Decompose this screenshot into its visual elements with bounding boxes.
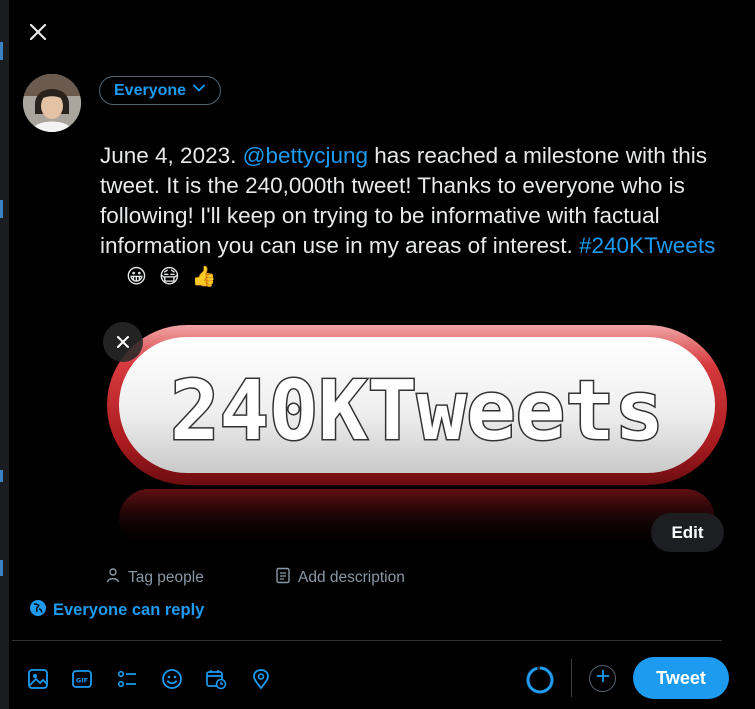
media-image-text: 240KTweets [170, 364, 664, 459]
add-description-button[interactable]: Add description [275, 567, 405, 589]
audience-label: Everyone [114, 81, 187, 99]
svg-text:GIF: GIF [76, 677, 88, 685]
hashtag-link[interactable]: #240KTweets [579, 233, 715, 258]
compose-tweet-modal: Everyone June 4, 2023. @bettycjung has r… [9, 0, 755, 709]
audience-selector[interactable]: Everyone [99, 76, 222, 105]
tweet-button[interactable]: Tweet [633, 657, 729, 699]
character-count-ring [525, 665, 555, 695]
gif-icon[interactable]: GIF [69, 666, 95, 692]
plus-icon [596, 669, 610, 688]
location-icon[interactable] [248, 666, 274, 692]
thumbs-up-emoji: 👍 [191, 266, 217, 288]
image-icon[interactable] [25, 666, 51, 692]
divider [12, 640, 722, 641]
edit-media-button[interactable]: Edit [651, 513, 724, 552]
add-description-label: Add description [298, 569, 405, 586]
grinning-emoji: 😀 [126, 266, 147, 288]
mask-emoji: 😷 [158, 266, 180, 288]
remove-media-button[interactable] [103, 322, 143, 362]
toolbar-divider [571, 659, 572, 697]
emoji-icon[interactable] [159, 666, 185, 692]
schedule-icon[interactable] [203, 666, 229, 692]
add-tweet-button[interactable] [589, 665, 616, 692]
tweet-text-input[interactable]: June 4, 2023. @bettycjung has reached a … [100, 141, 728, 292]
reply-setting-label: Everyone can reply [53, 601, 205, 619]
mention-link[interactable]: @bettycjung [243, 143, 368, 168]
reply-setting-button[interactable]: Everyone can reply [29, 599, 204, 622]
avatar[interactable] [23, 74, 81, 132]
document-icon [275, 567, 291, 589]
person-icon [105, 567, 121, 588]
tag-people-label: Tag people [128, 568, 204, 586]
tag-people-button[interactable]: Tag people [105, 567, 204, 588]
globe-icon [29, 599, 47, 622]
close-icon[interactable] [23, 17, 53, 47]
tweet-text-start: June 4, 2023. [100, 143, 243, 168]
chevron-down-icon [192, 81, 206, 100]
background-page-strip [0, 0, 9, 709]
attached-media-image: 240KTweets [101, 313, 742, 556]
poll-icon[interactable] [114, 666, 140, 692]
